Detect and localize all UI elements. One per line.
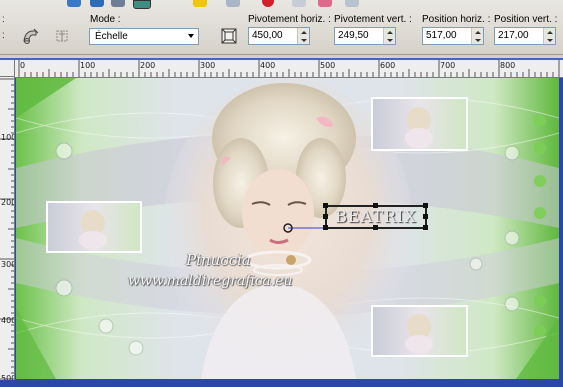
artwork — [16, 78, 559, 379]
mesh-tool-icon — [221, 28, 237, 44]
toolbar-strip-icon[interactable] — [90, 0, 104, 7]
spin-down-button[interactable] — [544, 36, 555, 44]
image-canvas[interactable]: Pinuccia www.maldiregrafica.eu BEATRIX — [16, 78, 559, 379]
ruler-label: 600 — [380, 61, 396, 70]
grip-mark: : — [2, 30, 5, 41]
ruler-ticks — [0, 78, 14, 380]
transform-handle[interactable] — [323, 225, 328, 230]
ruler-corner — [0, 60, 15, 77]
transform-handle[interactable] — [323, 214, 328, 219]
pos-h-spinbox[interactable]: 517,00 — [422, 27, 484, 45]
ruler-label: 400 — [260, 61, 276, 70]
horizontal-ruler[interactable]: 0 100 200 300 400 500 600 700 800 — [15, 60, 563, 78]
ruler-label: 300 — [1, 260, 15, 269]
transform-handle[interactable] — [423, 225, 428, 230]
ruler-label: 500 — [320, 61, 336, 70]
pivot-v-spinbox[interactable]: 249,50 — [334, 27, 396, 45]
spin-up-button[interactable] — [384, 28, 395, 36]
transform-handle[interactable] — [373, 203, 378, 208]
ruler-label: 500 — [1, 374, 15, 381]
pos-h-value: 517,00 — [426, 30, 457, 41]
spin-down-button[interactable] — [472, 36, 483, 44]
pos-v-label: Position vert. : — [494, 14, 558, 25]
ruler-label: 200 — [140, 61, 156, 70]
ruler-ticks — [18, 60, 560, 77]
spin-up-button[interactable] — [544, 28, 555, 36]
mode-value: Échelle — [95, 31, 128, 42]
toolbar-strip-icon[interactable] — [111, 0, 125, 7]
tool-options-toolbar: : : Mode : Échelle Pivotement horiz. : 4… — [0, 0, 563, 55]
spin-up-button[interactable] — [298, 28, 309, 36]
toolbar-strip-icon[interactable] — [262, 0, 274, 7]
ruler-label: 100 — [1, 133, 15, 142]
toolbar-strip-icon[interactable] — [226, 0, 240, 7]
pivot-h-label: Pivotement horiz. : — [248, 14, 331, 25]
deform-tool-button[interactable] — [19, 25, 43, 47]
pivot-v-label: Pivotement vert. : — [334, 14, 412, 25]
ruler-label: 400 — [1, 316, 15, 325]
toolbar-strip-icon[interactable] — [345, 0, 359, 7]
ruler-label: 700 — [440, 61, 456, 70]
pos-h-label: Position horiz. : — [422, 14, 491, 25]
thumbnail-bottom-right — [371, 305, 468, 357]
toolbar-strip-icon[interactable] — [193, 0, 207, 7]
toolbar-strip-icon[interactable] — [292, 0, 306, 7]
pivot-h-value: 450,00 — [252, 30, 283, 41]
pivot-h-spinbox[interactable]: 450,00 — [248, 27, 310, 45]
pos-v-spinbox[interactable]: 217,00 — [494, 27, 556, 45]
vertical-ruler[interactable]: 100 200 300 400 500 — [0, 77, 15, 380]
chevron-down-icon — [188, 34, 194, 38]
reset-icon — [56, 30, 68, 42]
transform-handle[interactable] — [423, 203, 428, 208]
spin-down-button[interactable] — [384, 36, 395, 44]
ruler-label: 200 — [1, 198, 15, 207]
mode-dropdown[interactable]: Échelle — [89, 28, 199, 45]
ruler-label: 100 — [80, 61, 96, 70]
watermark-name: Pinuccia — [186, 251, 251, 269]
transform-handle[interactable] — [323, 203, 328, 208]
pos-v-value: 217,00 — [498, 30, 529, 41]
transform-handle[interactable] — [423, 214, 428, 219]
ruler-label: 0 — [20, 61, 26, 70]
ruler-label: 800 — [500, 61, 516, 70]
reset-button[interactable] — [50, 25, 74, 47]
transform-handle[interactable] — [373, 225, 378, 230]
toolbar-strip-icon[interactable] — [67, 0, 81, 7]
spin-down-button[interactable] — [298, 36, 309, 44]
deform-tool-icon — [23, 28, 39, 44]
thumbnail-top-right — [371, 97, 468, 151]
ruler-label: 300 — [200, 61, 216, 70]
mesh-tool-button[interactable] — [217, 25, 241, 47]
toolbar-strip-icon-active[interactable] — [133, 0, 151, 9]
watermark-url: www.maldiregrafica.eu — [128, 273, 293, 289]
pivot-v-value: 249,50 — [338, 30, 369, 41]
thumbnail-left — [46, 201, 142, 253]
spin-up-button[interactable] — [472, 28, 483, 36]
mode-label: Mode : — [90, 14, 121, 25]
toolbar-strip-icon[interactable] — [318, 0, 332, 7]
grip-mark: : — [2, 14, 5, 25]
